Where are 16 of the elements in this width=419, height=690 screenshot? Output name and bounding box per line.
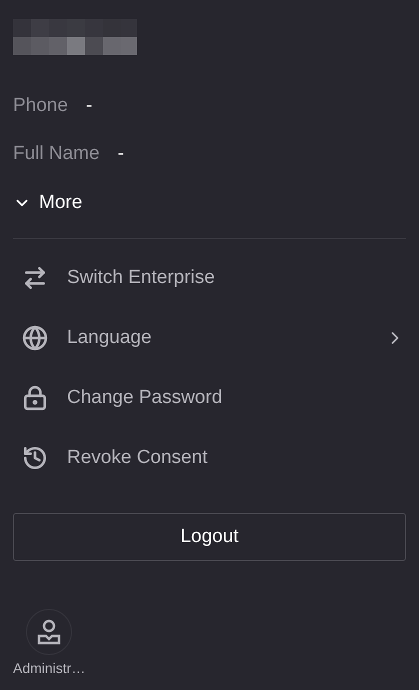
role-label: Administr… (13, 659, 86, 678)
globe-icon (22, 325, 48, 351)
more-toggle[interactable]: More (13, 192, 82, 214)
field-value: - (118, 143, 124, 165)
field-label: Phone (13, 95, 68, 117)
menu-item[interactable]: Change Password (13, 368, 406, 428)
avatar[interactable] (26, 609, 72, 655)
logout-button[interactable]: Logout (13, 513, 406, 561)
arrows-icon (22, 265, 48, 291)
field-value: - (86, 95, 92, 117)
history-icon (22, 445, 48, 471)
menu-item[interactable]: Switch Enterprise (13, 248, 406, 308)
lock-icon (22, 385, 48, 411)
menu-item[interactable]: Revoke Consent (13, 428, 406, 488)
field-label: Full Name (13, 143, 100, 165)
menu-item[interactable]: Language (13, 308, 406, 368)
